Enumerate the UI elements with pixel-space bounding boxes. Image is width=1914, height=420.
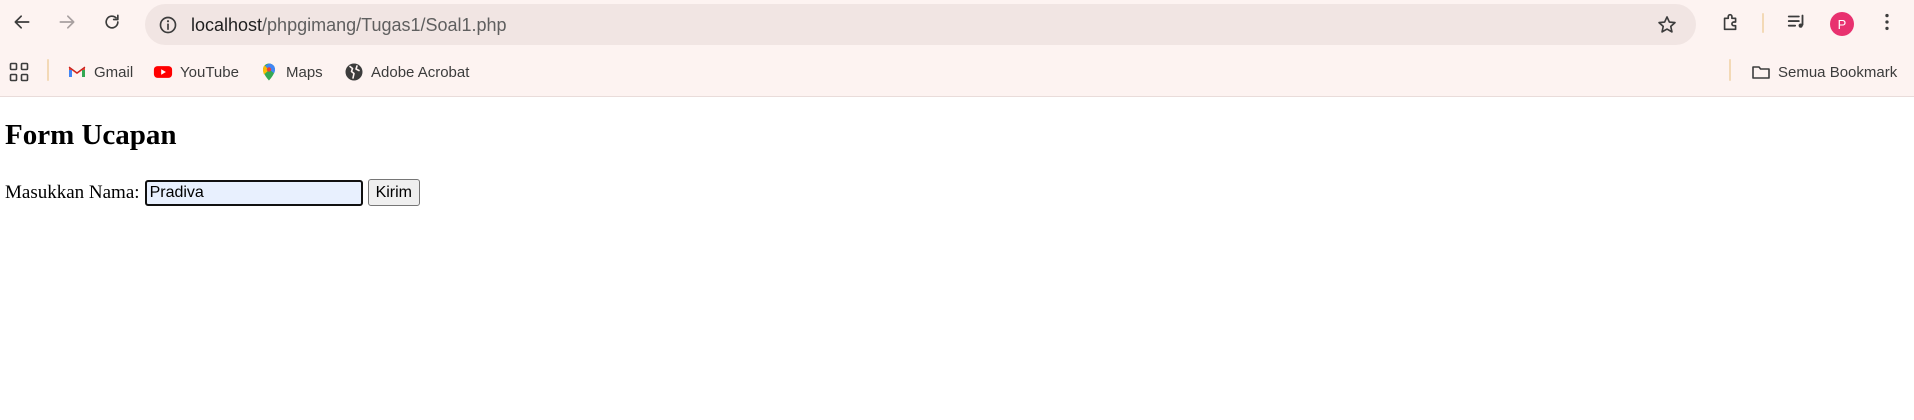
bookmark-star-icon[interactable] — [1656, 14, 1678, 36]
all-bookmarks-button[interactable]: Semua Bookmark — [1751, 59, 1897, 85]
youtube-icon — [153, 66, 173, 78]
profile-avatar[interactable]: P — [1830, 12, 1854, 36]
browser-toolbar: localhost/phpgimang/Tugas1/Soal1.php P — [0, 0, 1914, 48]
arrow-right-icon — [59, 15, 75, 29]
page-content: Form Ucapan Masukkan Nama: Kirim — [0, 97, 1914, 420]
bookmark-adobe-acrobat[interactable]: Adobe Acrobat — [344, 59, 469, 85]
globe-icon — [345, 63, 363, 81]
greeting-form: Masukkan Nama: Kirim — [5, 179, 420, 206]
toolbar-separator — [1762, 13, 1764, 33]
bookmarks-separator — [47, 59, 49, 81]
address-host: localhost — [191, 15, 263, 35]
bookmark-label: Maps — [286, 63, 323, 81]
gmail-icon — [68, 66, 86, 77]
reload-button[interactable] — [97, 7, 127, 37]
bookmark-label: YouTube — [180, 63, 239, 81]
maps-icon — [263, 63, 275, 81]
bookmark-label: Gmail — [94, 63, 134, 81]
bookmark-maps[interactable]: Maps — [259, 59, 323, 85]
back-button[interactable] — [7, 7, 37, 37]
bookmark-youtube[interactable]: YouTube — [153, 59, 239, 85]
bookmarks-separator — [1729, 59, 1731, 81]
reload-icon — [105, 14, 119, 29]
address-path: /phpgimang/Tugas1/Soal1.php — [262, 15, 507, 35]
apps-grid-icon — [9, 62, 29, 82]
more-menu-icon[interactable] — [1875, 10, 1899, 34]
site-info-icon[interactable] — [155, 12, 180, 37]
forward-button[interactable] — [52, 7, 82, 37]
apps-button[interactable] — [9, 59, 29, 85]
bookmark-gmail[interactable]: Gmail — [67, 59, 133, 85]
extensions-icon[interactable] — [1719, 10, 1743, 34]
address-url[interactable]: localhost/phpgimang/Tugas1/Soal1.php — [191, 15, 507, 36]
name-label: Masukkan Nama: — [5, 181, 140, 203]
arrow-left-icon — [14, 15, 30, 29]
page-title: Form Ucapan — [5, 119, 177, 151]
reading-list-icon[interactable] — [1785, 10, 1809, 34]
address-bar[interactable]: localhost/phpgimang/Tugas1/Soal1.php — [145, 4, 1696, 45]
bookmarks-bar: Gmail YouTube Maps Adobe Acrobat Semua B… — [0, 48, 1914, 97]
bookmark-label: Adobe Acrobat — [371, 63, 470, 81]
submit-button[interactable]: Kirim — [367, 179, 420, 206]
name-input[interactable] — [144, 179, 363, 206]
all-bookmarks-label: Semua Bookmark — [1778, 63, 1898, 81]
folder-icon — [1752, 66, 1770, 79]
